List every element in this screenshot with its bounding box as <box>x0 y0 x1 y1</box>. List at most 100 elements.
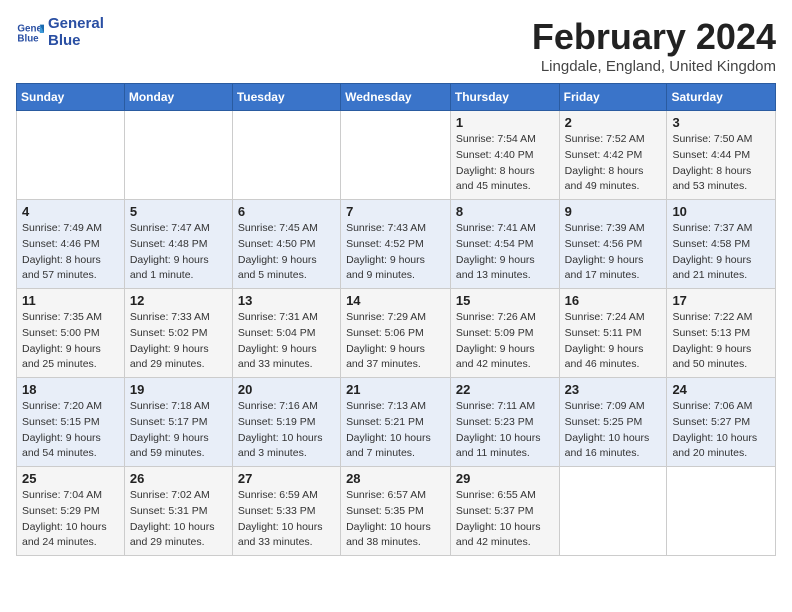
day-info: Sunrise: 7:50 AM Sunset: 4:44 PM Dayligh… <box>672 132 770 195</box>
calendar-cell: 28 Sunrise: 6:57 AM Sunset: 5:35 PM Dayli… <box>341 467 451 556</box>
calendar-cell: 27 Sunrise: 6:59 AM Sunset: 5:33 PM Dayli… <box>232 467 340 556</box>
day-number: 27 <box>238 471 335 486</box>
day-number: 2 <box>565 115 662 130</box>
day-number: 20 <box>238 382 335 397</box>
calendar-cell <box>232 111 340 200</box>
day-info: Sunrise: 7:02 AM Sunset: 5:31 PM Dayligh… <box>130 488 227 551</box>
header-day-monday: Monday <box>124 84 232 111</box>
day-number: 12 <box>130 293 227 308</box>
day-info: Sunrise: 7:29 AM Sunset: 5:06 PM Dayligh… <box>346 310 445 373</box>
day-info: Sunrise: 7:04 AM Sunset: 5:29 PM Dayligh… <box>22 488 119 551</box>
calendar-cell: 5Sunrise: 7:47 AM Sunset: 4:48 PM Daylig… <box>124 200 232 289</box>
logo-line1: General <box>48 16 104 33</box>
day-info: Sunrise: 7:39 AM Sunset: 4:56 PM Dayligh… <box>565 221 662 284</box>
month-year-title: February 2024 <box>532 16 776 58</box>
svg-text:Blue: Blue <box>17 33 39 44</box>
day-info: Sunrise: 7:16 AM Sunset: 5:19 PM Dayligh… <box>238 399 335 462</box>
day-info: Sunrise: 7:47 AM Sunset: 4:48 PM Dayligh… <box>130 221 227 284</box>
calendar-cell <box>667 467 776 556</box>
day-number: 24 <box>672 382 770 397</box>
calendar-cell: 6Sunrise: 7:45 AM Sunset: 4:50 PM Daylig… <box>232 200 340 289</box>
logo: General Blue General Blue <box>16 16 104 49</box>
day-number: 16 <box>565 293 662 308</box>
calendar-cell: 12 Sunrise: 7:33 AM Sunset: 5:02 PM Dayli… <box>124 289 232 378</box>
calendar-cell: 11 Sunrise: 7:35 AM Sunset: 5:00 PM Dayli… <box>17 289 125 378</box>
calendar-header-row: SundayMondayTuesdayWednesdayThursdayFrid… <box>17 84 776 111</box>
calendar-table: SundayMondayTuesdayWednesdayThursdayFrid… <box>16 83 776 556</box>
calendar-cell: 13 Sunrise: 7:31 AM Sunset: 5:04 PM Dayli… <box>232 289 340 378</box>
day-info: Sunrise: 7:24 AM Sunset: 5:11 PM Dayligh… <box>565 310 662 373</box>
header-day-tuesday: Tuesday <box>232 84 340 111</box>
calendar-cell: 16 Sunrise: 7:24 AM Sunset: 5:11 PM Dayli… <box>559 289 667 378</box>
calendar-cell: 21Sunrise: 7:13 AM Sunset: 5:21 PM Dayli… <box>341 378 451 467</box>
calendar-cell: 24 Sunrise: 7:06 AM Sunset: 5:27 PM Dayli… <box>667 378 776 467</box>
day-info: Sunrise: 7:52 AM Sunset: 4:42 PM Dayligh… <box>565 132 662 195</box>
day-number: 8 <box>456 204 554 219</box>
day-info: Sunrise: 7:43 AM Sunset: 4:52 PM Dayligh… <box>346 221 445 284</box>
header-day-sunday: Sunday <box>17 84 125 111</box>
calendar-cell: 2 Sunrise: 7:52 AM Sunset: 4:42 PM Daylig… <box>559 111 667 200</box>
day-number: 3 <box>672 115 770 130</box>
day-info: Sunrise: 7:37 AM Sunset: 4:58 PM Dayligh… <box>672 221 770 284</box>
day-number: 13 <box>238 293 335 308</box>
header: General Blue General Blue February 2024 … <box>16 16 776 75</box>
calendar-cell: 8 Sunrise: 7:41 AM Sunset: 4:54 PM Daylig… <box>450 200 559 289</box>
header-day-wednesday: Wednesday <box>341 84 451 111</box>
day-info: Sunrise: 6:59 AM Sunset: 5:33 PM Dayligh… <box>238 488 335 551</box>
day-info: Sunrise: 7:09 AM Sunset: 5:25 PM Dayligh… <box>565 399 662 462</box>
day-number: 14 <box>346 293 445 308</box>
day-info: Sunrise: 6:55 AM Sunset: 5:37 PM Dayligh… <box>456 488 554 551</box>
day-number: 18 <box>22 382 119 397</box>
day-info: Sunrise: 7:31 AM Sunset: 5:04 PM Dayligh… <box>238 310 335 373</box>
day-number: 19 <box>130 382 227 397</box>
calendar-cell <box>559 467 667 556</box>
calendar-cell: 1 Sunrise: 7:54 AM Sunset: 4:40 PM Daylig… <box>450 111 559 200</box>
calendar-cell: 19 Sunrise: 7:18 AM Sunset: 5:17 PM Dayli… <box>124 378 232 467</box>
day-number: 15 <box>456 293 554 308</box>
day-info: Sunrise: 7:06 AM Sunset: 5:27 PM Dayligh… <box>672 399 770 462</box>
day-number: 7 <box>346 204 445 219</box>
day-info: Sunrise: 7:26 AM Sunset: 5:09 PM Dayligh… <box>456 310 554 373</box>
day-number: 11 <box>22 293 119 308</box>
day-info: Sunrise: 7:49 AM Sunset: 4:46 PM Dayligh… <box>22 221 119 284</box>
day-number: 22 <box>456 382 554 397</box>
day-number: 10 <box>672 204 770 219</box>
logo-icon: General Blue <box>16 19 44 47</box>
day-info: Sunrise: 7:22 AM Sunset: 5:13 PM Dayligh… <box>672 310 770 373</box>
calendar-cell: 14 Sunrise: 7:29 AM Sunset: 5:06 PM Dayli… <box>341 289 451 378</box>
calendar-cell <box>341 111 451 200</box>
calendar-cell: 3 Sunrise: 7:50 AM Sunset: 4:44 PM Daylig… <box>667 111 776 200</box>
day-number: 28 <box>346 471 445 486</box>
calendar-cell <box>124 111 232 200</box>
day-number: 17 <box>672 293 770 308</box>
day-info: Sunrise: 7:54 AM Sunset: 4:40 PM Dayligh… <box>456 132 554 195</box>
day-info: Sunrise: 7:35 AM Sunset: 5:00 PM Dayligh… <box>22 310 119 373</box>
day-number: 29 <box>456 471 554 486</box>
calendar-cell: 18Sunrise: 7:20 AM Sunset: 5:15 PM Dayli… <box>17 378 125 467</box>
day-number: 4 <box>22 204 119 219</box>
day-info: Sunrise: 7:18 AM Sunset: 5:17 PM Dayligh… <box>130 399 227 462</box>
day-info: Sunrise: 7:13 AM Sunset: 5:21 PM Dayligh… <box>346 399 445 462</box>
title-block: February 2024 Lingdale, England, United … <box>532 16 776 75</box>
calendar-cell: 20 Sunrise: 7:16 AM Sunset: 5:19 PM Dayli… <box>232 378 340 467</box>
day-info: Sunrise: 6:57 AM Sunset: 5:35 PM Dayligh… <box>346 488 445 551</box>
calendar-cell: 23Sunrise: 7:09 AM Sunset: 5:25 PM Dayli… <box>559 378 667 467</box>
day-number: 25 <box>22 471 119 486</box>
logo-line2: Blue <box>48 33 104 50</box>
week-row-4: 18Sunrise: 7:20 AM Sunset: 5:15 PM Dayli… <box>17 378 776 467</box>
location-subtitle: Lingdale, England, United Kingdom <box>532 58 776 75</box>
day-number: 9 <box>565 204 662 219</box>
calendar-cell: 29 Sunrise: 6:55 AM Sunset: 5:37 PM Dayli… <box>450 467 559 556</box>
week-row-3: 11 Sunrise: 7:35 AM Sunset: 5:00 PM Dayli… <box>17 289 776 378</box>
day-info: Sunrise: 7:45 AM Sunset: 4:50 PM Dayligh… <box>238 221 335 284</box>
calendar-cell: 10 Sunrise: 7:37 AM Sunset: 4:58 PM Dayli… <box>667 200 776 289</box>
calendar-cell: 17 Sunrise: 7:22 AM Sunset: 5:13 PM Dayli… <box>667 289 776 378</box>
week-row-5: 25 Sunrise: 7:04 AM Sunset: 5:29 PM Dayli… <box>17 467 776 556</box>
day-info: Sunrise: 7:33 AM Sunset: 5:02 PM Dayligh… <box>130 310 227 373</box>
week-row-2: 4 Sunrise: 7:49 AM Sunset: 4:46 PM Daylig… <box>17 200 776 289</box>
calendar-cell: 25 Sunrise: 7:04 AM Sunset: 5:29 PM Dayli… <box>17 467 125 556</box>
calendar-cell: 9 Sunrise: 7:39 AM Sunset: 4:56 PM Daylig… <box>559 200 667 289</box>
day-info: Sunrise: 7:41 AM Sunset: 4:54 PM Dayligh… <box>456 221 554 284</box>
header-day-thursday: Thursday <box>450 84 559 111</box>
day-number: 1 <box>456 115 554 130</box>
